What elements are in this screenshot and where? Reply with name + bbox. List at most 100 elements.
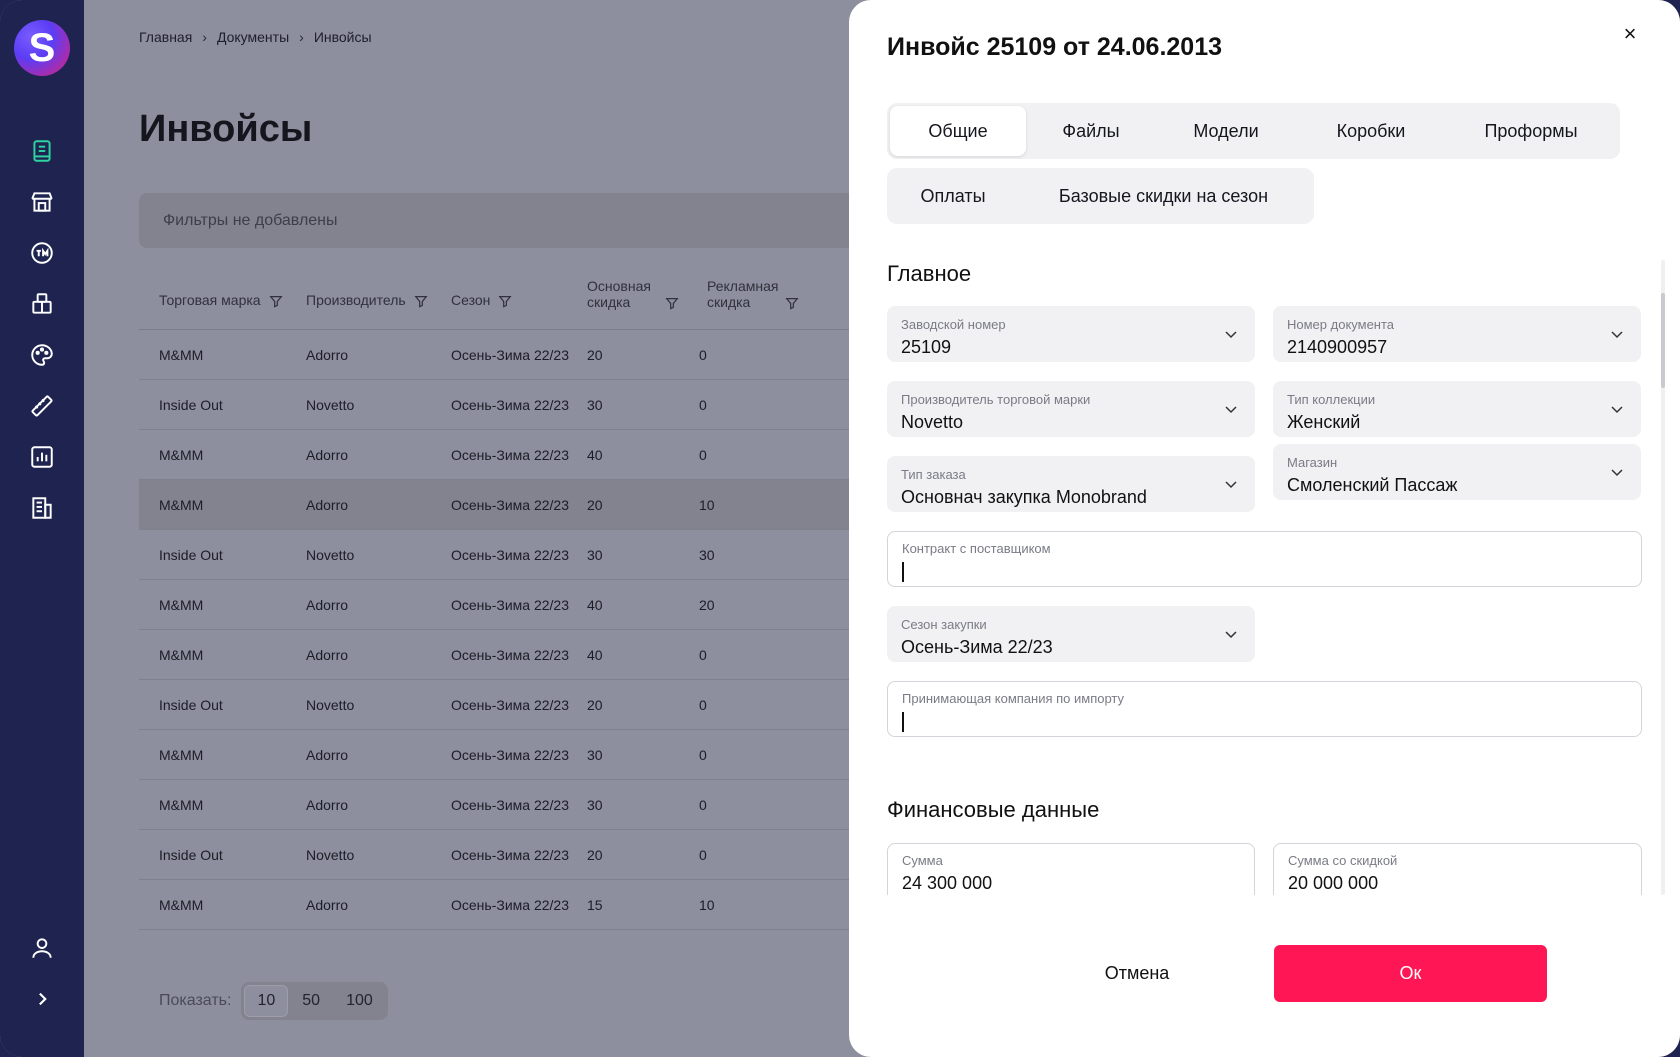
table-cell: Осень-Зима 22/23 <box>451 697 569 713</box>
field-value: Осень-Зима 22/23 <box>901 637 1053 657</box>
purchase-season-select[interactable]: Сезон закупки Осень-Зима 22/23 <box>887 606 1255 662</box>
col-manufacturer[interactable]: Производитель <box>306 292 428 308</box>
breadcrumb-documents[interactable]: Документы <box>217 29 289 45</box>
table-cell: Adorro <box>306 347 349 363</box>
factory-number-select[interactable]: Заводской номер 25109 <box>887 306 1255 362</box>
table-cell: 30 <box>699 547 715 563</box>
amount-input[interactable]: Сумма 24 300 000 <box>887 843 1255 895</box>
table-cell: M&MM <box>159 597 204 613</box>
table-cell: 0 <box>699 647 707 663</box>
document-number-select[interactable]: Номер документа 2140900957 <box>1273 306 1641 362</box>
page-size-selector: Показать: 10 50 100 <box>159 982 388 1020</box>
chevron-down-icon[interactable] <box>1609 464 1625 480</box>
pager-option-100[interactable]: 100 <box>334 986 385 1016</box>
tab-boxes[interactable]: Коробки <box>1296 106 1446 156</box>
supplier-contract-input[interactable]: Контракт с поставщиком <box>887 531 1642 587</box>
tab-base-discounts[interactable]: Базовые скидки на сезон <box>1016 171 1311 221</box>
field-label: Номер документа <box>1287 317 1395 332</box>
field-value: Смоленский Пассаж <box>1287 475 1458 495</box>
col-ad-discount[interactable]: Рекламная скидка <box>707 278 799 310</box>
table-cell: Осень-Зима 22/23 <box>451 447 569 463</box>
close-icon[interactable]: × <box>1618 21 1642 46</box>
chevron-down-icon[interactable] <box>1223 626 1239 642</box>
table-cell: M&MM <box>159 347 204 363</box>
table-cell: Novetto <box>306 397 355 413</box>
tab-general[interactable]: Общие <box>890 106 1026 156</box>
table-cell: 40 <box>587 447 603 463</box>
table-cell: 20 <box>587 847 603 863</box>
nav-store-icon[interactable] <box>26 186 58 218</box>
table-cell: Осень-Зима 22/23 <box>451 797 569 813</box>
chevron-right-icon[interactable] <box>26 983 58 1015</box>
table-cell: Осень-Зима 22/23 <box>451 647 569 663</box>
field-label: Сумма со скидкой <box>1288 853 1398 868</box>
text-cursor <box>902 712 904 732</box>
nav-ruler-icon[interactable] <box>26 390 58 422</box>
page-title: Инвойсы <box>139 108 313 150</box>
collection-type-select[interactable]: Тип коллекции Женский <box>1273 381 1641 437</box>
chevron-down-icon[interactable] <box>1223 326 1239 342</box>
tab-payments[interactable]: Оплаты <box>890 171 1016 221</box>
chevron-down-icon[interactable] <box>1223 401 1239 417</box>
breadcrumb-home[interactable]: Главная <box>139 29 192 45</box>
tab-models[interactable]: Модели <box>1156 106 1296 156</box>
tab-files[interactable]: Файлы <box>1026 106 1156 156</box>
modal-title: Инвойс 25109 от 24.06.2013 <box>887 33 1223 61</box>
filter-icon[interactable] <box>665 296 679 310</box>
brand-manufacturer-select[interactable]: Производитель торговой марки Novetto <box>887 381 1255 437</box>
text-cursor <box>902 562 904 582</box>
nav-palette-icon[interactable] <box>26 339 58 371</box>
table-cell: Adorro <box>306 497 349 513</box>
user-icon[interactable] <box>26 932 58 964</box>
invoice-modal: × Инвойс 25109 от 24.06.2013 Общие Файлы… <box>849 0 1680 1057</box>
filter-icon[interactable] <box>498 294 512 308</box>
ok-button[interactable]: Ок <box>1274 945 1547 1002</box>
nav-boxes-icon[interactable] <box>26 288 58 320</box>
table-cell: 20 <box>587 347 603 363</box>
store-select[interactable]: Магазин Смоленский Пассаж <box>1273 444 1641 500</box>
filter-icon[interactable] <box>414 294 428 308</box>
table-cell: M&MM <box>159 747 204 763</box>
chevron-down-icon[interactable] <box>1609 401 1625 417</box>
nav-building-icon[interactable] <box>26 492 58 524</box>
col-main-discount-label: Основная скидка <box>587 278 651 310</box>
filter-placeholder: Фильтры не добавлены <box>163 211 338 229</box>
field-label: Принимающая компания по импорту <box>902 691 1125 706</box>
table-cell: 0 <box>699 397 707 413</box>
section-main-title: Главное <box>887 261 972 286</box>
scrollbar[interactable] <box>1661 260 1665 895</box>
pager-option-10[interactable]: 10 <box>244 985 289 1017</box>
cancel-button[interactable]: Отмена <box>1037 945 1237 1002</box>
table-cell: 0 <box>699 447 707 463</box>
filter-icon[interactable] <box>785 296 799 310</box>
breadcrumb: Главная › Документы › Инвойсы <box>139 29 372 45</box>
section-finance-title: Финансовые данные <box>887 797 1100 822</box>
import-company-input[interactable]: Принимающая компания по импорту <box>887 681 1642 737</box>
col-main-discount[interactable]: Основная скидка <box>587 278 679 310</box>
chevron-right-icon: › <box>202 29 207 45</box>
chevron-down-icon[interactable] <box>1609 326 1625 342</box>
scrollbar-thumb[interactable] <box>1661 293 1665 388</box>
table-cell: Adorro <box>306 647 349 663</box>
field-label: Сезон закупки <box>901 617 987 632</box>
chevron-right-icon: › <box>299 29 304 45</box>
col-brand[interactable]: Торговая марка <box>159 292 283 308</box>
pager-option-50[interactable]: 50 <box>290 986 332 1016</box>
col-season[interactable]: Сезон <box>451 292 512 308</box>
chevron-down-icon[interactable] <box>1223 476 1239 492</box>
nav-book-icon[interactable] <box>26 135 58 167</box>
nav-chart-icon[interactable] <box>26 441 58 473</box>
tab-proformas[interactable]: Проформы <box>1446 106 1616 156</box>
app-logo[interactable]: S <box>14 20 70 76</box>
table-cell: Inside Out <box>159 547 223 563</box>
breadcrumb-current: Инвойсы <box>313 29 372 45</box>
discounted-amount-input[interactable]: Сумма со скидкой 20 000 000 <box>1273 843 1642 895</box>
tabs-row-2: Оплаты Базовые скидки на сезон <box>887 168 1314 224</box>
pager-options: 10 50 100 <box>241 982 388 1020</box>
table-cell: Осень-Зима 22/23 <box>451 397 569 413</box>
table-cell: M&MM <box>159 447 204 463</box>
field-label: Тип коллекции <box>1287 392 1376 407</box>
filter-icon[interactable] <box>269 294 283 308</box>
nav-trademark-icon[interactable] <box>26 237 58 269</box>
order-type-select[interactable]: Тип заказа Основнач закупка Monobrand <box>887 456 1255 512</box>
